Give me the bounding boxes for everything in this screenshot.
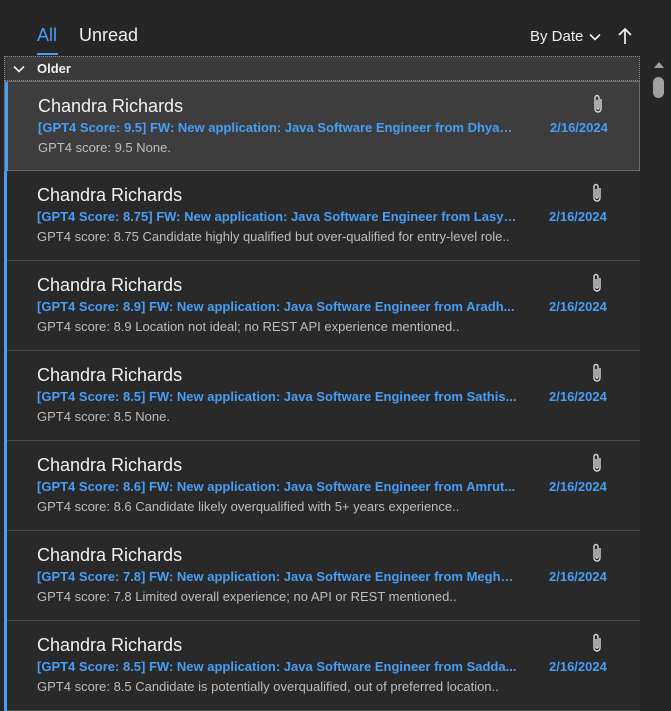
message-sender: Chandra Richards	[37, 185, 183, 205]
scroll-up-arrow-icon[interactable]	[653, 60, 665, 70]
message-date: 2/16/2024	[549, 389, 607, 404]
message-preview: GPT4 score: 9.5 None.	[38, 140, 171, 155]
message-item[interactable]: Chandra Richards [GPT4 Score: 8.75] FW: …	[4, 171, 640, 261]
message-date: 2/16/2024	[549, 569, 607, 584]
message-sender: Chandra Richards	[37, 365, 183, 385]
message-sender: Chandra Richards	[37, 545, 183, 565]
message-date: 2/16/2024	[549, 659, 607, 674]
message-subject: [GPT4 Score: 7.8] FW: New application: J…	[37, 569, 517, 584]
sort-direction-button[interactable]	[616, 26, 634, 51]
paperclip-icon	[593, 453, 601, 472]
message-item[interactable]: Chandra Richards [GPT4 Score: 7.8] FW: N…	[4, 531, 640, 621]
sort-dropdown[interactable]: By Date	[530, 28, 601, 45]
message-item[interactable]: Chandra Richards [GPT4 Score: 9.5] FW: N…	[4, 81, 640, 172]
mail-list-pane: All Unread By Date Older Chandra Richard…	[0, 0, 671, 711]
message-preview: GPT4 score: 8.9 Location not ideal; no R…	[37, 319, 460, 334]
message-preview: GPT4 score: 7.8 Limited overall experien…	[37, 589, 457, 604]
unread-indicator	[4, 531, 7, 621]
message-sender: Chandra Richards	[37, 455, 183, 475]
message-preview: GPT4 score: 8.75 Candidate highly qualif…	[37, 229, 510, 244]
unread-indicator	[5, 82, 8, 172]
paperclip-icon	[593, 183, 601, 202]
message-subject: [GPT4 Score: 9.5] FW: New application: J…	[38, 120, 518, 135]
message-subject: [GPT4 Score: 8.6] FW: New application: J…	[37, 479, 516, 494]
group-header-older[interactable]: Older	[4, 56, 640, 81]
unread-indicator	[4, 261, 7, 351]
message-sender: Chandra Richards	[38, 96, 184, 116]
paperclip-icon	[593, 363, 601, 382]
message-sender: Chandra Richards	[37, 275, 183, 295]
unread-indicator	[4, 441, 7, 531]
message-date: 2/16/2024	[550, 120, 608, 135]
filter-bar: All Unread By Date	[0, 0, 671, 56]
message-item[interactable]: Chandra Richards [GPT4 Score: 8.6] FW: N…	[4, 441, 640, 531]
unread-indicator	[4, 171, 7, 261]
message-subject: [GPT4 Score: 8.75] FW: New application: …	[37, 209, 517, 224]
paperclip-icon	[593, 543, 601, 562]
message-preview: GPT4 score: 8.5 None.	[37, 409, 170, 424]
message-item[interactable]: Chandra Richards [GPT4 Score: 8.5] FW: N…	[4, 351, 640, 441]
message-sender: Chandra Richards	[37, 635, 183, 655]
message-item[interactable]: Chandra Richards [GPT4 Score: 8.5] FW: N…	[4, 621, 640, 711]
sort-label: By Date	[530, 28, 584, 45]
message-date: 2/16/2024	[549, 209, 607, 224]
message-subject: [GPT4 Score: 8.5] FW: New application: J…	[37, 389, 517, 404]
message-date: 2/16/2024	[549, 479, 607, 494]
message-item[interactable]: Chandra Richards [GPT4 Score: 8.9] FW: N…	[4, 261, 640, 351]
message-preview: GPT4 score: 8.6 Candidate likely overqua…	[37, 499, 460, 514]
message-subject: [GPT4 Score: 8.5] FW: New application: J…	[37, 659, 517, 674]
chevron-down-icon	[589, 33, 601, 41]
vertical-scrollbar[interactable]	[648, 56, 671, 711]
tab-all[interactable]: All	[37, 23, 57, 47]
paperclip-icon	[593, 633, 601, 652]
message-date: 2/16/2024	[549, 299, 607, 314]
group-label: Older	[37, 61, 71, 76]
message-preview: GPT4 score: 8.5 Candidate is potentially…	[37, 679, 499, 694]
tab-unread[interactable]: Unread	[79, 23, 138, 47]
paperclip-icon	[593, 273, 601, 292]
paperclip-icon	[594, 94, 602, 113]
chevron-down-icon	[13, 65, 25, 73]
tab-all-underline	[37, 53, 58, 55]
message-list: Older Chandra Richards [GPT4 Score: 9.5]…	[4, 56, 640, 711]
message-subject: [GPT4 Score: 8.9] FW: New application: J…	[37, 299, 515, 314]
unread-indicator	[4, 351, 7, 441]
arrow-up-icon	[618, 27, 632, 44]
scrollbar-thumb[interactable]	[653, 77, 664, 98]
unread-indicator	[4, 621, 7, 711]
